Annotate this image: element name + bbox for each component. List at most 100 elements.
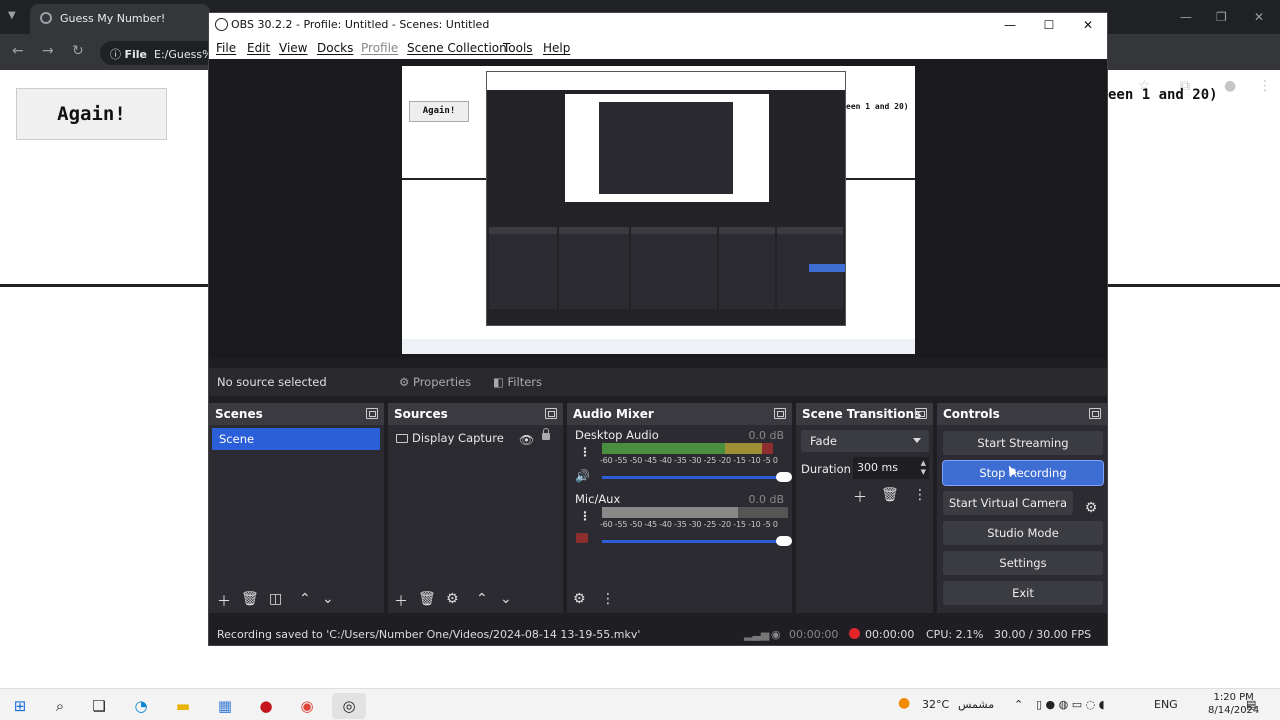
store-icon[interactable]: ▦ <box>208 693 242 719</box>
mic-aux-meter <box>602 507 788 518</box>
preview-area[interactable]: Again! een 1 and 20) <box>209 59 1107 359</box>
duration-input[interactable]: 300 ms ▲ ▼ <box>853 457 929 479</box>
arrow-down-icon[interactable]: ⌄ <box>322 591 334 607</box>
record-time: 00:00:00 <box>865 628 915 641</box>
menu-docks[interactable]: Docks <box>317 41 353 55</box>
windows-start-icon[interactable]: ⊞ <box>3 693 37 719</box>
spin-down-icon[interactable]: ▼ <box>921 468 926 476</box>
dock-float-icon[interactable] <box>915 408 927 419</box>
arrow-down-icon[interactable]: ⌄ <box>500 591 512 607</box>
stop-recording-button[interactable]: Stop Recording <box>942 460 1104 486</box>
scene-list-item[interactable]: Scene <box>212 428 380 450</box>
filters-button[interactable]: ◧ Filters <box>493 372 542 392</box>
arrow-up-icon[interactable]: ⌃ <box>299 591 311 607</box>
transition-select[interactable]: Fade <box>801 430 929 452</box>
gear-icon[interactable]: ⚙ <box>446 591 459 607</box>
kebab-icon[interactable]: ⋮ <box>601 591 615 607</box>
kebab-icon[interactable]: ⋮ <box>579 509 591 523</box>
nested-sources-dock <box>559 227 629 309</box>
arrow-up-icon[interactable]: ⌃ <box>476 591 488 607</box>
studio-mode-button[interactable]: Studio Mode <box>943 521 1103 545</box>
obs-close-button[interactable]: ✕ <box>1073 15 1103 35</box>
nested-menubar <box>487 82 845 90</box>
address-bar[interactable]: ⓘ File E:/Guess% <box>100 41 220 65</box>
source-list-item[interactable]: Display Capture <box>396 431 566 445</box>
dock-float-icon[interactable] <box>366 408 378 419</box>
gear-icon: ⚙ <box>399 375 410 389</box>
scene-transitions-dock: Scene Transitions Fade Duration 300 ms ▲ ▼… <box>796 403 933 613</box>
profile-avatar-icon[interactable]: ● <box>1224 78 1236 94</box>
dock-float-icon[interactable] <box>545 408 557 419</box>
forward-icon[interactable]: → <box>42 43 54 59</box>
menu-tools[interactable]: Tools <box>503 41 533 55</box>
trash-icon[interactable]: 🗑 <box>418 591 436 607</box>
meter-level <box>602 507 738 518</box>
speaker-icon[interactable]: 🔊 <box>575 469 590 483</box>
plus-icon[interactable]: ＋ <box>853 487 867 507</box>
plus-icon[interactable]: ＋ <box>394 591 408 611</box>
source-name: Display Capture <box>412 431 504 445</box>
menu-help[interactable]: Help <box>543 41 570 55</box>
browser-tab[interactable]: Guess My Number! <box>30 4 210 34</box>
sources-title: Sources <box>394 407 448 421</box>
obs-window: OBS 30.2.2 - Profile: Untitled - Scenes:… <box>208 12 1108 646</box>
back-icon[interactable]: ← <box>12 43 24 59</box>
tray-chevron-up-icon[interactable]: ⌃ <box>1014 698 1023 711</box>
lock-icon[interactable] <box>542 428 550 440</box>
volume-knob[interactable] <box>776 472 792 482</box>
app-red-icon[interactable]: ● <box>249 693 283 719</box>
trash-icon[interactable]: 🗑 <box>881 487 899 503</box>
minimize-icon[interactable]: — <box>1180 10 1192 24</box>
language-indicator[interactable]: ENG <box>1154 698 1178 711</box>
weather-temp[interactable]: 32°C <box>922 698 949 711</box>
tray-apps-icon[interactable]: ▯ ● ◍ ▭ ◌ ◖ <box>1036 698 1105 711</box>
monitor-icon <box>396 434 408 443</box>
maximize-icon[interactable]: ❐ <box>1216 10 1227 24</box>
weather-text: مشمس <box>958 698 995 711</box>
desktop-audio-volume-slider[interactable] <box>602 472 792 482</box>
menu-scene-collection[interactable]: Scene Collection <box>407 41 507 55</box>
menu-profile[interactable]: Profile <box>361 41 398 55</box>
kebab-icon[interactable]: ⋮ <box>913 487 927 503</box>
obs-icon[interactable]: ◎ <box>332 693 366 719</box>
chrome-icon[interactable]: ◉ <box>290 693 324 719</box>
transitions-title: Scene Transitions <box>802 407 922 421</box>
nested-mixer-dock <box>631 227 717 309</box>
filter-icon[interactable]: ◫ <box>269 591 282 607</box>
menu-file[interactable]: File <box>216 41 236 55</box>
sources-dock: Sources Display Capture 👁 ＋ 🗑 ⚙ ⌃ ⌄ <box>388 403 563 613</box>
mic-muted-icon[interactable] <box>576 533 588 543</box>
close-icon[interactable]: ✕ <box>1254 10 1264 24</box>
exit-button[interactable]: Exit <box>943 581 1103 605</box>
file-explorer-icon[interactable]: ▬ <box>166 693 200 719</box>
menu-view[interactable]: View <box>279 41 307 55</box>
page-divider-right <box>1108 284 1280 287</box>
spin-up-icon[interactable]: ▲ <box>921 459 926 467</box>
menu-edit[interactable]: Edit <box>247 41 270 55</box>
plus-icon[interactable]: ＋ <box>217 591 231 611</box>
dock-float-icon[interactable] <box>1089 408 1101 419</box>
dock-float-icon[interactable] <box>774 408 786 419</box>
notifications-icon[interactable]: ▤ <box>1246 698 1256 711</box>
preview-canvas[interactable]: Again! een 1 and 20) <box>402 66 915 354</box>
tab-search-icon[interactable]: ▼ <box>8 10 16 21</box>
start-streaming-button[interactable]: Start Streaming <box>943 431 1103 455</box>
trash-icon[interactable]: 🗑 <box>241 591 259 607</box>
eye-icon[interactable]: 👁 <box>519 433 534 447</box>
again-button[interactable]: Again! <box>16 88 167 140</box>
task-view-icon[interactable]: ❏ <box>82 693 116 719</box>
start-virtual-camera-button[interactable]: Start Virtual Camera <box>943 491 1073 515</box>
mic-aux-volume-slider[interactable] <box>602 536 792 546</box>
kebab-icon[interactable]: ⋮ <box>579 445 591 459</box>
search-icon[interactable]: ⌕ <box>43 693 77 719</box>
obs-maximize-button[interactable]: ☐ <box>1034 15 1064 35</box>
properties-button[interactable]: ⚙ Properties <box>399 372 471 392</box>
advanced-audio-gear-icon[interactable]: ⚙ <box>573 591 586 607</box>
chrome-menu-icon[interactable]: ⋮ <box>1258 78 1272 94</box>
reload-icon[interactable]: ↻ <box>72 43 84 59</box>
volume-knob[interactable] <box>776 536 792 546</box>
edge-icon[interactable]: ◔ <box>124 693 158 719</box>
obs-minimize-button[interactable]: — <box>995 15 1025 35</box>
gear-icon[interactable]: ⚙ <box>1081 498 1101 518</box>
settings-button[interactable]: Settings <box>943 551 1103 575</box>
